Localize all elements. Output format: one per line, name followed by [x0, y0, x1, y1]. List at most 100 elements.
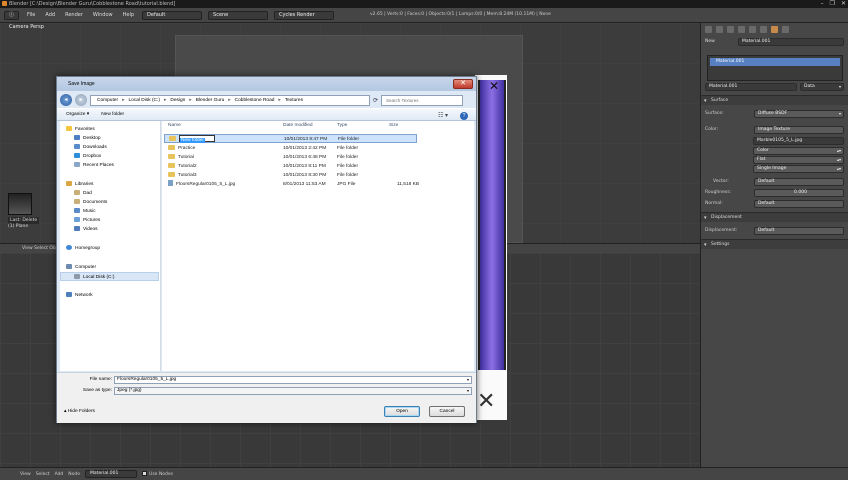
object-tab-icon[interactable]: [738, 26, 745, 33]
file-name-input[interactable]: FloorsRegular0105_5_L.jpg ▾: [114, 376, 472, 384]
layout-selector[interactable]: Default: [142, 10, 203, 20]
normal-field[interactable]: Default: [754, 199, 844, 208]
dialog-close-button[interactable]: ✕: [453, 79, 473, 89]
chevron-down-icon[interactable]: ▾: [467, 377, 469, 383]
nav-homegroup[interactable]: Homegroup: [66, 244, 100, 253]
column-date-modified[interactable]: Date modified: [283, 123, 313, 128]
new-folder-button[interactable]: New folder: [101, 112, 124, 117]
minimize-button[interactable]: –: [821, 0, 824, 8]
scene-tab-icon[interactable]: [716, 26, 723, 33]
search-input[interactable]: [386, 97, 457, 103]
save-type-select[interactable]: Jpeg (*.jpg) ▾: [114, 387, 472, 395]
node-material-field[interactable]: Material.001: [85, 470, 138, 478]
file-date: 8/01/2013 11:53 AM: [283, 182, 326, 187]
nav-local-disk[interactable]: Local Disk (C:): [60, 272, 159, 281]
nav-pictures[interactable]: Pictures: [74, 216, 100, 225]
surface-panel-header[interactable]: Surface: [701, 95, 848, 106]
source-field[interactable]: Single Image ▴▾: [753, 164, 844, 173]
texture-tab-icon[interactable]: [782, 26, 789, 33]
projection-field[interactable]: Flat ▴▾: [753, 155, 844, 164]
nav-dropbox[interactable]: Dropbox: [74, 152, 101, 161]
menu-help[interactable]: Help: [121, 12, 136, 18]
nav-documents[interactable]: Documents: [74, 198, 107, 207]
crumb-local-disk[interactable]: Local Disk (C:): [128, 98, 159, 103]
render-tab-icon[interactable]: [705, 26, 712, 33]
use-nodes-toggle[interactable]: Use Nodes: [142, 471, 173, 477]
color-mode-field[interactable]: Color ▴▾: [753, 146, 844, 155]
window-controls: – ❐ ✕: [821, 0, 846, 8]
file-row[interactable]: Tutorial3 10/01/2013 8:30 PM File folder: [164, 171, 417, 180]
nav-libraries[interactable]: Libraries: [66, 180, 93, 189]
column-size[interactable]: Size: [389, 123, 398, 128]
nav-dad[interactable]: Dad: [74, 189, 92, 198]
nav-music[interactable]: Music: [74, 207, 96, 216]
scene-stats: v2.65 | Verts:0 | Faces:0 | Objects:0/1 …: [370, 12, 551, 17]
cancel-button[interactable]: Cancel: [429, 406, 465, 417]
menu-window[interactable]: Window: [91, 12, 115, 18]
material-name-top[interactable]: Material.001: [738, 37, 844, 46]
crumb-design[interactable]: Design: [170, 98, 185, 103]
roughness-field[interactable]: 0.000: [754, 188, 844, 197]
organize-button[interactable]: Organize ▾: [66, 112, 89, 117]
crumb-blender-guru[interactable]: Blender Guru: [196, 98, 225, 103]
breadcrumb[interactable]: Computer ▸ Local Disk (C:) ▸ Design ▸ Blend…: [90, 94, 370, 106]
menu-render[interactable]: Render: [63, 12, 85, 18]
node-menu-select[interactable]: Select: [36, 472, 50, 477]
world-tab-icon[interactable]: [727, 26, 734, 33]
use-nodes-checkbox[interactable]: [142, 471, 148, 476]
nav-downloads[interactable]: Downloads: [74, 143, 107, 152]
nav-videos[interactable]: Videos: [74, 225, 98, 234]
vector-field[interactable]: Default: [754, 177, 844, 186]
displacement-panel-header[interactable]: Displacement: [701, 212, 848, 223]
node-menu-add[interactable]: Add: [55, 472, 64, 477]
menu-file[interactable]: File: [25, 12, 37, 18]
nav-recent-places[interactable]: Recent Places: [74, 161, 114, 170]
node-menu-view[interactable]: View: [20, 472, 31, 477]
maximize-button[interactable]: ❐: [830, 0, 835, 8]
nav-network[interactable]: Network: [66, 291, 93, 300]
forward-button[interactable]: ▸: [75, 94, 87, 106]
surface-shader-field[interactable]: Diffuse BSDF ▾: [754, 109, 844, 118]
nav-computer[interactable]: Computer: [66, 263, 96, 272]
material-slot-list[interactable]: Material.001: [707, 55, 843, 81]
column-type[interactable]: Type: [337, 123, 347, 128]
material-slot-item[interactable]: Material.001: [710, 58, 840, 66]
refresh-icon[interactable]: ⟳: [373, 97, 378, 104]
nav-desktop[interactable]: Desktop: [74, 134, 101, 143]
crumb-computer[interactable]: Computer: [97, 98, 118, 103]
open-button[interactable]: Open: [384, 406, 420, 417]
editor-type-icon[interactable]: ⓘ: [4, 10, 20, 20]
nav-favorites[interactable]: Favorites: [66, 125, 95, 134]
file-row[interactable]: New folder 10/01/2013 8:47 PM File folde…: [164, 134, 417, 144]
close-preview-icon[interactable]: ✕: [489, 79, 499, 93]
file-row[interactable]: FloorsRegular0105_5_L.jpg 8/01/2013 11:5…: [164, 180, 419, 189]
file-row[interactable]: Tutorial2 10/01/2013 8:11 PM File folder: [164, 162, 417, 171]
image-name-field[interactable]: Marble0105_5_L.jpg: [753, 136, 844, 145]
crumb-cobblestone-road[interactable]: Cobblestone Road: [235, 98, 275, 103]
material-datablock-field[interactable]: Material.001: [705, 82, 797, 91]
back-button[interactable]: ◂: [60, 94, 72, 106]
color-input-field[interactable]: Image Texture: [754, 125, 844, 134]
new-material-button[interactable]: New: [705, 39, 735, 44]
crumb-textures[interactable]: Textures: [285, 98, 303, 103]
change-view-icon[interactable]: ☷ ▾: [438, 112, 448, 119]
file-list-pane[interactable]: Name Date modified Type Size New folder …: [162, 121, 474, 371]
file-name: Tutorial2: [178, 164, 197, 169]
render-engine-selector[interactable]: Cycles Render: [274, 10, 335, 20]
menu-add[interactable]: Add: [43, 12, 57, 18]
link-data-dropdown[interactable]: Data ▾: [800, 82, 844, 91]
modifier-tab-icon[interactable]: [749, 26, 756, 33]
help-icon[interactable]: ?: [460, 112, 468, 120]
column-name[interactable]: Name: [168, 123, 181, 128]
scene-selector[interactable]: Scene: [208, 10, 269, 20]
material-tab-icon[interactable]: [771, 26, 778, 33]
displacement-field[interactable]: Default: [754, 226, 844, 235]
data-tab-icon[interactable]: [760, 26, 767, 33]
rename-input[interactable]: New folder: [179, 135, 215, 144]
file-row[interactable]: Tutorial 10/01/2013 6:48 PM File folder: [164, 153, 417, 162]
node-menu-node[interactable]: Node: [68, 472, 80, 477]
settings-panel-header[interactable]: Settings: [701, 239, 848, 250]
file-row[interactable]: Practice 10/01/2013 2:42 PM File folder: [164, 144, 417, 153]
hide-folders-toggle[interactable]: ▴ Hide Folders: [64, 409, 95, 414]
close-window-button[interactable]: ✕: [841, 0, 846, 8]
